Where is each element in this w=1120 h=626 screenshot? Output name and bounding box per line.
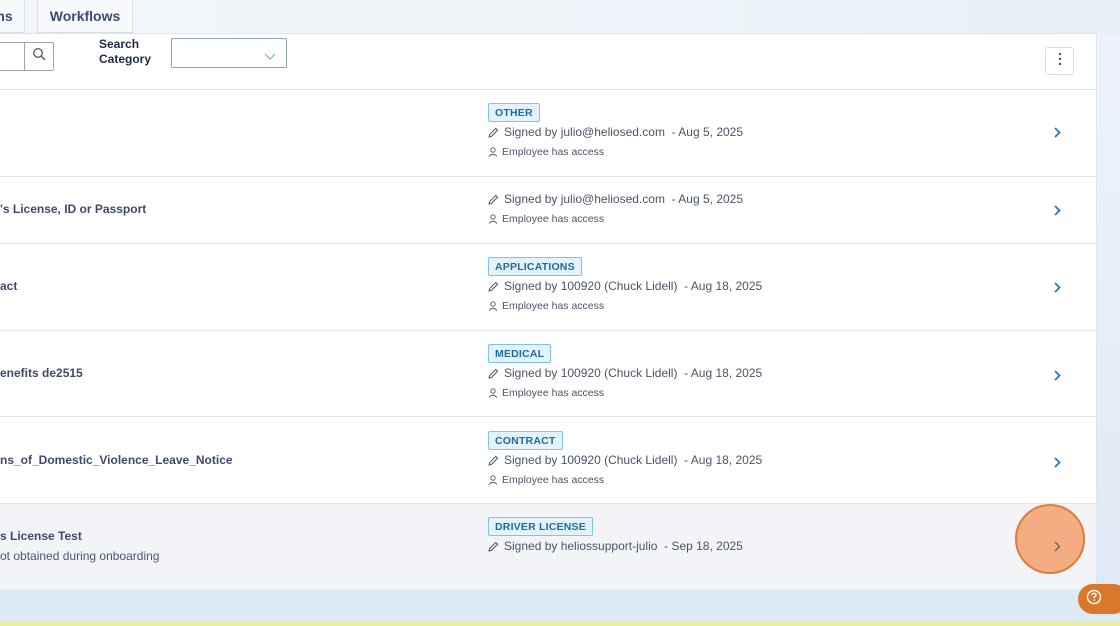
category-badge: CONTRACT bbox=[488, 431, 563, 450]
top-bar bbox=[0, 0, 1120, 34]
table-row[interactable]: s License Test ot obtained during onboar… bbox=[0, 503, 1096, 589]
access-info: Employee has access bbox=[488, 387, 604, 399]
signed-date: - Aug 18, 2025 bbox=[684, 366, 763, 380]
access-text: Employee has access bbox=[502, 387, 605, 399]
access-info: Employee has access bbox=[488, 474, 604, 486]
category-badge: OTHER bbox=[488, 103, 540, 122]
table-row[interactable]: enefits de2515 MEDICAL Signed by 100920 … bbox=[0, 330, 1096, 416]
tab-label: Workflows bbox=[49, 8, 121, 24]
help-button[interactable] bbox=[1078, 584, 1120, 614]
search-category-label: Search Category bbox=[99, 37, 152, 66]
category-badge: MEDICAL bbox=[488, 344, 552, 363]
chevron-right-icon[interactable] bbox=[1050, 280, 1064, 294]
signed-by: Signed by 100920 (Chuck Lidell) bbox=[504, 279, 678, 293]
access-text: Employee has access bbox=[502, 474, 605, 486]
signed-info: Signed by heliossupport-julio - Sep 18, … bbox=[488, 539, 743, 553]
document-title[interactable]: 's License, ID or Passport bbox=[0, 202, 146, 216]
search-button[interactable] bbox=[24, 43, 53, 70]
table-row[interactable]: 's License, ID or Passport Signed by jul… bbox=[0, 176, 1096, 243]
tab-label: ms bbox=[0, 8, 13, 24]
signed-date: - Aug 5, 2025 bbox=[671, 125, 744, 139]
document-title[interactable]: s License Test bbox=[0, 529, 82, 543]
chevron-down-icon bbox=[264, 48, 276, 66]
tab-forms[interactable]: ms bbox=[0, 0, 25, 33]
documents-panel: Search Category OTHER Signed by julio@he… bbox=[0, 33, 1097, 589]
access-text: Employee has access bbox=[502, 300, 605, 312]
access-info: Employee has access bbox=[488, 213, 604, 225]
person-icon bbox=[488, 388, 498, 398]
pencil-icon bbox=[488, 368, 499, 379]
signed-info: Signed by 100920 (Chuck Lidell) - Aug 18… bbox=[488, 279, 762, 293]
person-icon bbox=[488, 214, 498, 224]
search-category-select[interactable] bbox=[171, 38, 287, 68]
signed-by: Signed by julio@heliosed.com bbox=[504, 125, 665, 139]
help-icon bbox=[1086, 589, 1102, 610]
pencil-icon bbox=[488, 281, 499, 292]
access-info: Employee has access bbox=[488, 300, 604, 312]
more-options-button[interactable] bbox=[1045, 47, 1074, 75]
signed-by: Signed by 100920 (Chuck Lidell) bbox=[504, 453, 678, 467]
chevron-right-icon[interactable] bbox=[1050, 125, 1064, 139]
document-title[interactable]: ns_of_Domestic_Violence_Leave_Notice bbox=[0, 453, 233, 467]
table-row[interactable]: act APPLICATIONS Signed by 100920 (Chuck… bbox=[0, 243, 1096, 330]
table-row[interactable]: OTHER Signed by julio@heliosed.com - Aug… bbox=[0, 89, 1096, 176]
signed-info: Signed by 100920 (Chuck Lidell) - Aug 18… bbox=[488, 453, 762, 467]
document-subtitle: ot obtained during onboarding bbox=[0, 549, 160, 563]
signed-info: Signed by 100920 (Chuck Lidell) - Aug 18… bbox=[488, 366, 762, 380]
document-title[interactable]: act bbox=[0, 279, 17, 293]
signed-date: - Sep 18, 2025 bbox=[664, 539, 743, 553]
signed-by: Signed by 100920 (Chuck Lidell) bbox=[504, 366, 678, 380]
table-row[interactable]: ns_of_Domestic_Violence_Leave_Notice CON… bbox=[0, 416, 1096, 503]
document-title[interactable]: enefits de2515 bbox=[0, 366, 83, 380]
signed-by: Signed by julio@heliosed.com bbox=[504, 192, 665, 206]
category-badge: APPLICATIONS bbox=[488, 257, 582, 276]
chevron-right-icon[interactable] bbox=[1050, 455, 1064, 469]
person-icon bbox=[488, 301, 498, 311]
access-text: Employee has access bbox=[502, 213, 605, 225]
kebab-menu-icon bbox=[1058, 52, 1062, 71]
signed-by: Signed by heliossupport-julio bbox=[504, 539, 658, 553]
signed-info: Signed by julio@heliosed.com - Aug 5, 20… bbox=[488, 192, 743, 206]
search-input[interactable] bbox=[0, 42, 54, 71]
pencil-icon bbox=[488, 541, 499, 552]
bottom-strip bbox=[0, 622, 1120, 626]
chevron-right-icon[interactable] bbox=[1050, 368, 1064, 382]
category-badge: DRIVER LICENSE bbox=[488, 517, 593, 536]
chevron-right-icon[interactable] bbox=[1050, 539, 1064, 553]
pencil-icon bbox=[488, 194, 499, 205]
signed-date: - Aug 18, 2025 bbox=[684, 279, 763, 293]
search-icon bbox=[32, 47, 46, 66]
access-text: Employee has access bbox=[502, 146, 605, 158]
person-icon bbox=[488, 475, 498, 485]
signed-date: - Aug 18, 2025 bbox=[684, 453, 763, 467]
access-info: Employee has access bbox=[488, 146, 604, 158]
pencil-icon bbox=[488, 455, 499, 466]
signed-info: Signed by julio@heliosed.com - Aug 5, 20… bbox=[488, 125, 743, 139]
person-icon bbox=[488, 147, 498, 157]
tab-workflows[interactable]: Workflows bbox=[37, 0, 133, 33]
chevron-right-icon[interactable] bbox=[1050, 203, 1064, 217]
pencil-icon bbox=[488, 127, 499, 138]
signed-date: - Aug 5, 2025 bbox=[671, 192, 744, 206]
